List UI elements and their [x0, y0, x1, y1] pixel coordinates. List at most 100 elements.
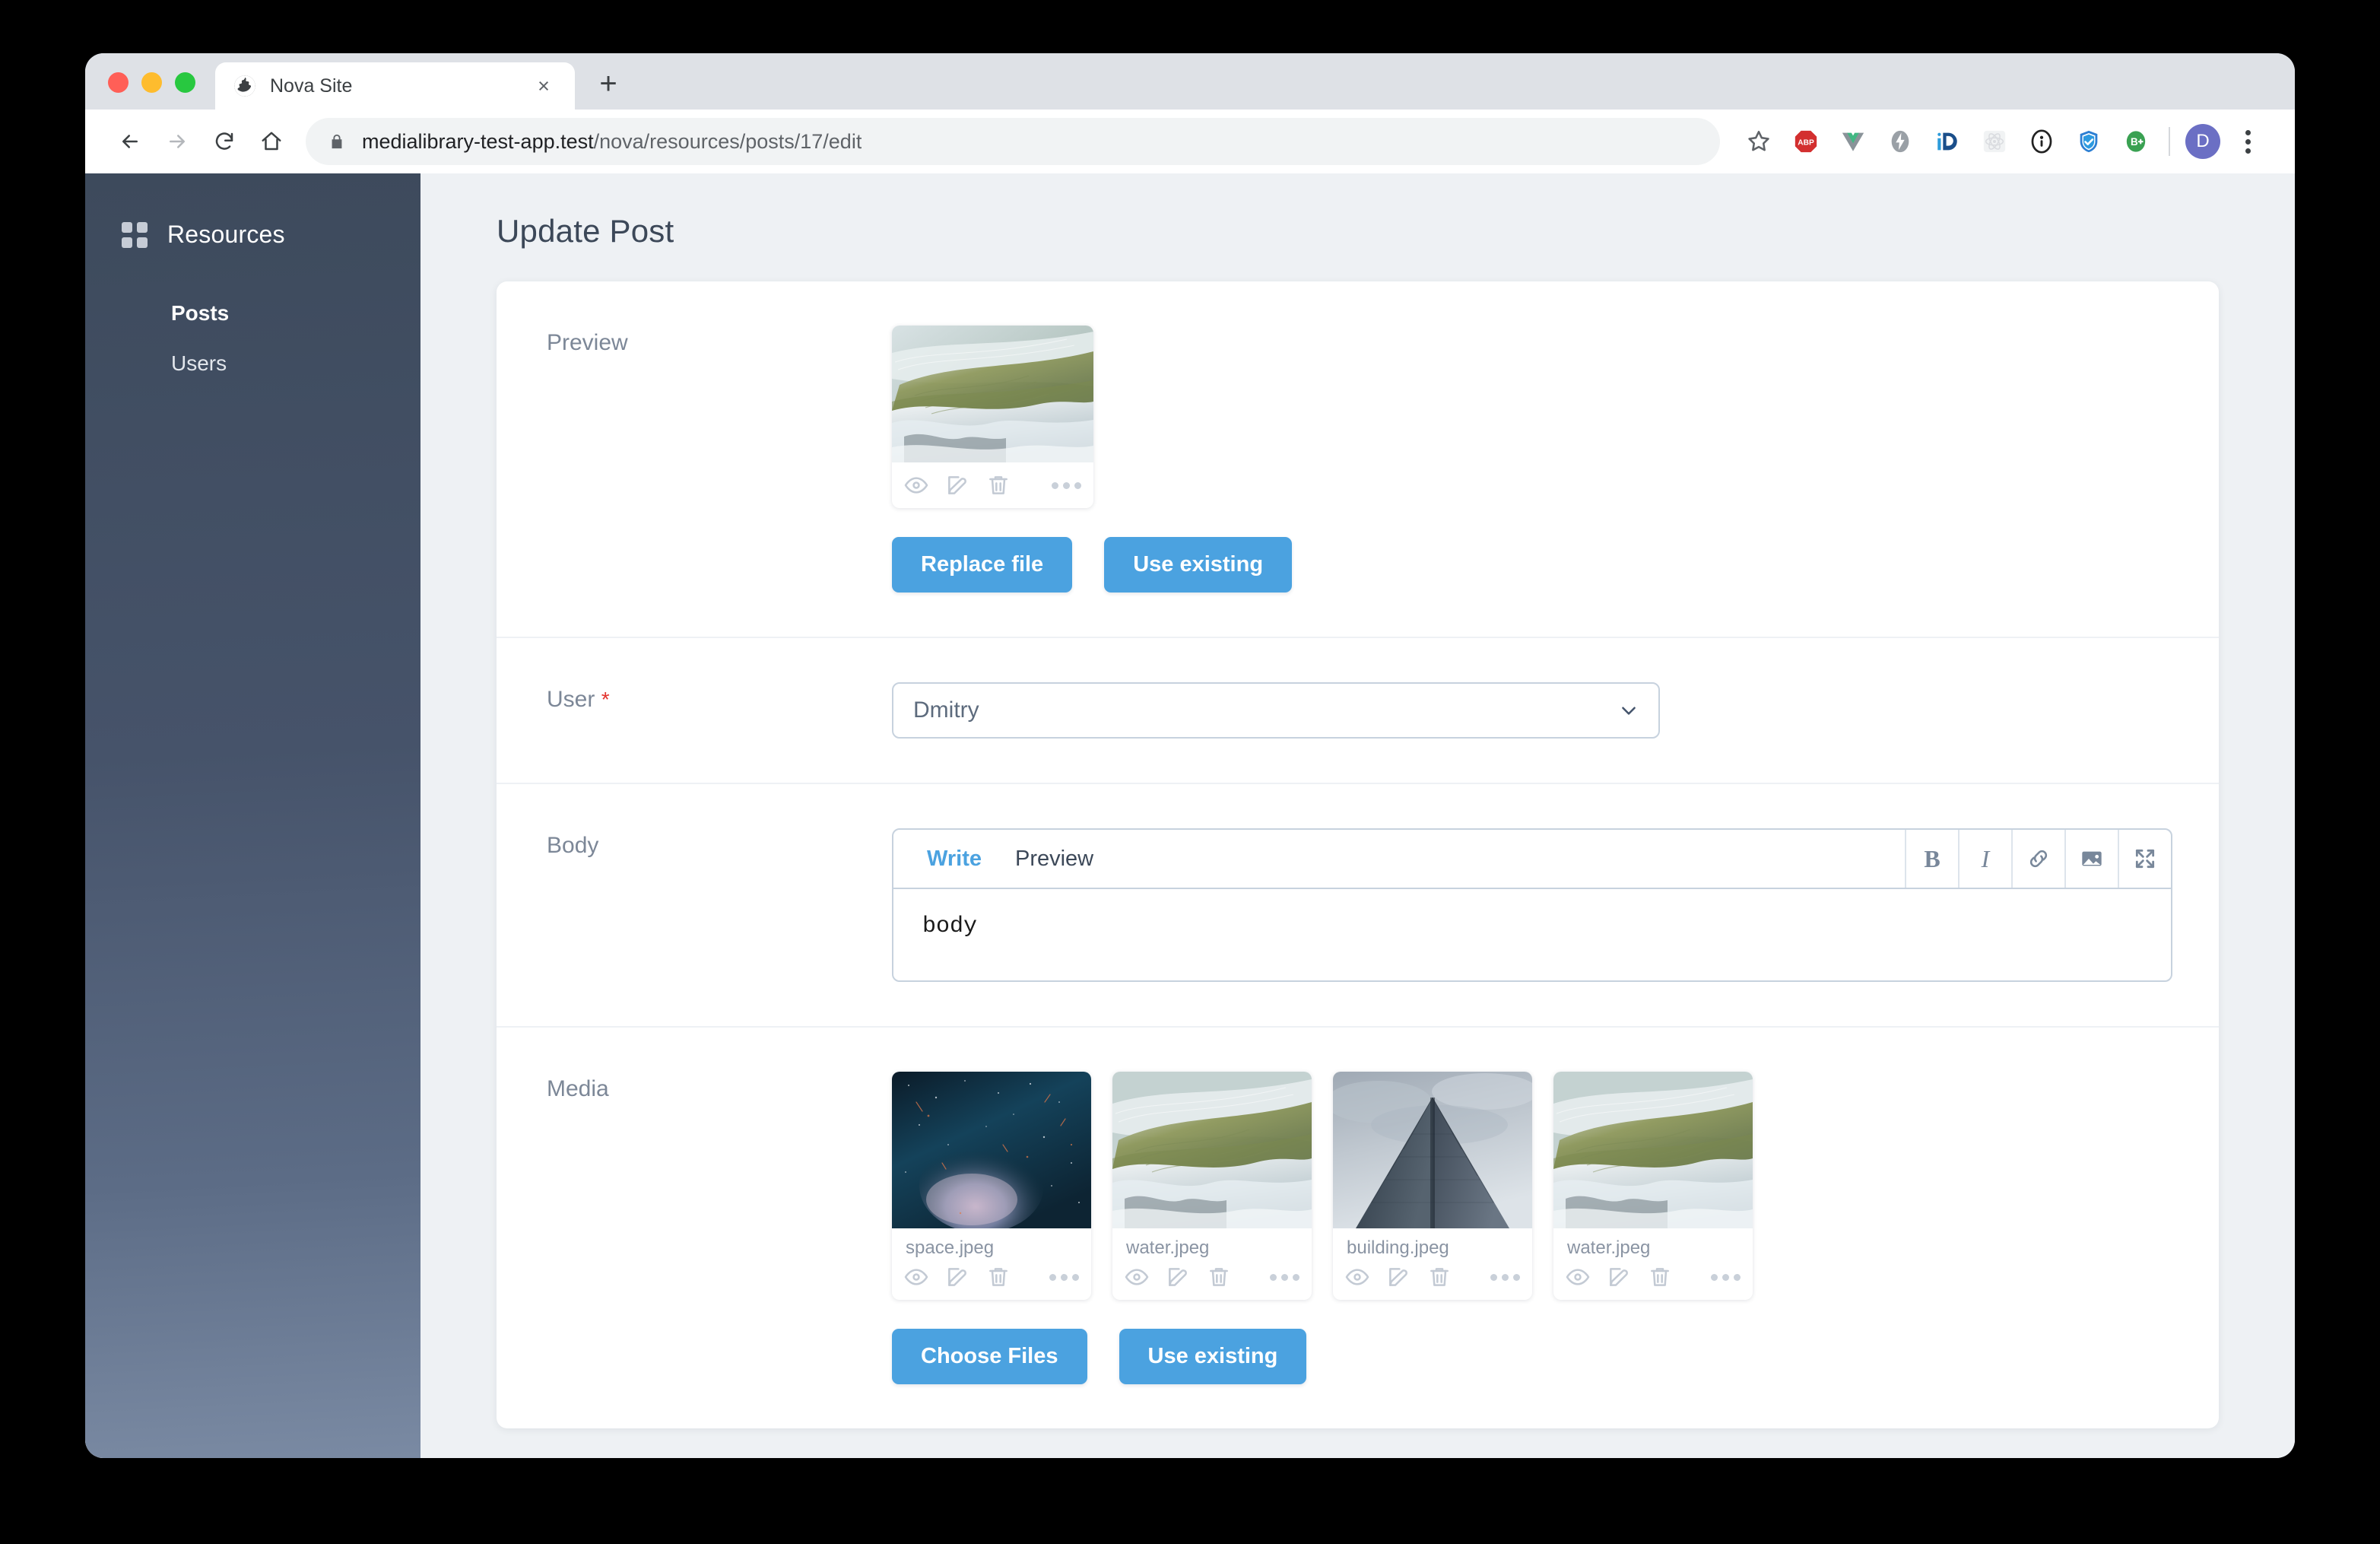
bplus-icon[interactable]: B: [2112, 118, 2159, 165]
field-row-preview: Preview: [497, 281, 2219, 638]
user-select[interactable]: Dmitry: [892, 682, 1660, 739]
more-icon[interactable]: [1270, 1274, 1299, 1281]
preview-button-row: Replace file Use existing: [892, 537, 2173, 593]
more-icon[interactable]: [1049, 1274, 1079, 1281]
react-devtools-icon[interactable]: [1971, 118, 2018, 165]
view-icon[interactable]: [904, 473, 928, 497]
sidebar-item-users[interactable]: Users: [85, 338, 420, 389]
delete-icon[interactable]: [1427, 1265, 1452, 1289]
field-label-media: Media: [497, 1072, 892, 1384]
choose-files-button[interactable]: Choose Files: [892, 1329, 1087, 1384]
markdown-editor: Write Preview B I: [892, 828, 2172, 982]
tab-strip: Nova Site × +: [85, 53, 2295, 110]
edit-icon[interactable]: [1607, 1265, 1631, 1289]
shield-check-icon[interactable]: [2065, 118, 2112, 165]
url-path: /nova/resources/posts/17/edit: [594, 130, 862, 153]
view-icon[interactable]: [1125, 1265, 1149, 1289]
user-select-value: Dmitry: [913, 697, 1619, 723]
field-label-text: User: [547, 687, 595, 712]
maximize-window-button[interactable]: [175, 72, 195, 93]
kebab-menu-icon[interactable]: [2226, 118, 2269, 165]
sidebar-header: Resources: [85, 221, 420, 249]
field-body-body: Write Preview B I: [892, 828, 2219, 982]
edit-icon[interactable]: [945, 473, 969, 497]
lightning-icon[interactable]: [1877, 118, 1924, 165]
field-row-user: User * Dmitry: [497, 638, 2219, 784]
field-label-preview: Preview: [497, 326, 892, 593]
image-icon[interactable]: [2064, 830, 2118, 888]
back-button[interactable]: [106, 118, 154, 165]
media-actions: [1112, 1262, 1312, 1300]
field-body-user: Dmitry: [892, 682, 2219, 739]
media-actions: [1333, 1262, 1532, 1300]
italic-icon[interactable]: I: [1958, 830, 2011, 888]
sidebar-item-label: Users: [171, 351, 227, 376]
sidebar: Resources Posts Users: [85, 173, 420, 1458]
dark-building-image: [1333, 1072, 1532, 1228]
more-icon[interactable]: [1711, 1274, 1741, 1281]
window-controls: [108, 72, 215, 110]
delete-icon[interactable]: [1207, 1265, 1231, 1289]
minimize-window-button[interactable]: [141, 72, 162, 93]
avatar: D: [2185, 124, 2220, 159]
onepassword-icon[interactable]: [2018, 118, 2065, 165]
close-window-button[interactable]: [108, 72, 129, 93]
replace-file-button[interactable]: Replace file: [892, 537, 1072, 593]
media-actions: [892, 1262, 1091, 1300]
media-filename: space.jpeg: [892, 1228, 1091, 1262]
more-icon[interactable]: [1490, 1274, 1520, 1281]
use-existing-button[interactable]: Use existing: [1104, 537, 1292, 593]
bold-glyph: B: [1924, 845, 1940, 873]
home-button[interactable]: [248, 118, 295, 165]
tab-preview[interactable]: Preview: [998, 830, 1110, 888]
page-title: Update Post: [497, 213, 2219, 249]
adblock-plus-icon[interactable]: ABP: [1782, 118, 1829, 165]
field-label-user: User *: [497, 682, 892, 739]
editor-tools: B I: [1905, 830, 2171, 888]
water-waves-image: [1112, 1072, 1312, 1228]
main-content: Update Post Preview: [420, 173, 2295, 1458]
edit-icon[interactable]: [1386, 1265, 1411, 1289]
extensions-row: ABP B D: [1735, 118, 2269, 165]
media-grid: space.jpeg: [892, 1072, 2173, 1300]
tab-write[interactable]: Write: [910, 830, 998, 888]
delete-icon[interactable]: [986, 473, 1011, 497]
more-icon[interactable]: [1052, 482, 1081, 489]
fullscreen-icon[interactable]: [2118, 830, 2171, 888]
media-tile: water.jpeg: [1112, 1072, 1312, 1300]
vue-devtools-icon[interactable]: [1829, 118, 1877, 165]
bookmark-star-icon[interactable]: [1735, 118, 1782, 165]
new-tab-button[interactable]: +: [587, 62, 630, 105]
address-bar[interactable]: medialibrary-test-app.test/nova/resource…: [306, 118, 1720, 165]
url-text: medialibrary-test-app.test/nova/resource…: [362, 130, 862, 154]
reload-button[interactable]: [201, 118, 248, 165]
field-row-body: Body Write Preview B I: [497, 784, 2219, 1028]
view-icon[interactable]: [1345, 1265, 1369, 1289]
editor-textarea[interactable]: body: [893, 889, 2171, 980]
view-icon[interactable]: [904, 1265, 928, 1289]
media-button-row: Choose Files Use existing: [892, 1329, 2173, 1384]
page-body: Resources Posts Users Update Post Previe…: [85, 173, 2295, 1458]
preview-thumbnail-tile: [892, 326, 1093, 508]
forward-button[interactable]: [154, 118, 201, 165]
use-existing-button[interactable]: Use existing: [1119, 1329, 1307, 1384]
profile-avatar[interactable]: D: [2179, 118, 2226, 165]
svg-text:B: B: [2131, 136, 2138, 148]
browser-window: Nova Site × + medialibrary-test-app.test…: [85, 53, 2295, 1458]
edit-icon[interactable]: [1166, 1265, 1190, 1289]
json-viewer-icon[interactable]: [1924, 118, 1971, 165]
bold-icon[interactable]: B: [1905, 830, 1958, 888]
media-filename: water.jpeg: [1553, 1228, 1753, 1262]
field-body-media: space.jpeg: [892, 1072, 2219, 1384]
view-icon[interactable]: [1566, 1265, 1590, 1289]
browser-tab[interactable]: Nova Site ×: [215, 62, 575, 110]
browser-toolbar: medialibrary-test-app.test/nova/resource…: [85, 110, 2295, 173]
close-tab-button[interactable]: ×: [531, 73, 557, 99]
sidebar-header-label: Resources: [167, 221, 285, 249]
delete-icon[interactable]: [1648, 1265, 1672, 1289]
toolbar-divider: [2169, 127, 2170, 156]
delete-icon[interactable]: [986, 1265, 1011, 1289]
sidebar-item-posts[interactable]: Posts: [85, 288, 420, 338]
edit-icon[interactable]: [945, 1265, 969, 1289]
link-icon[interactable]: [2011, 830, 2064, 888]
